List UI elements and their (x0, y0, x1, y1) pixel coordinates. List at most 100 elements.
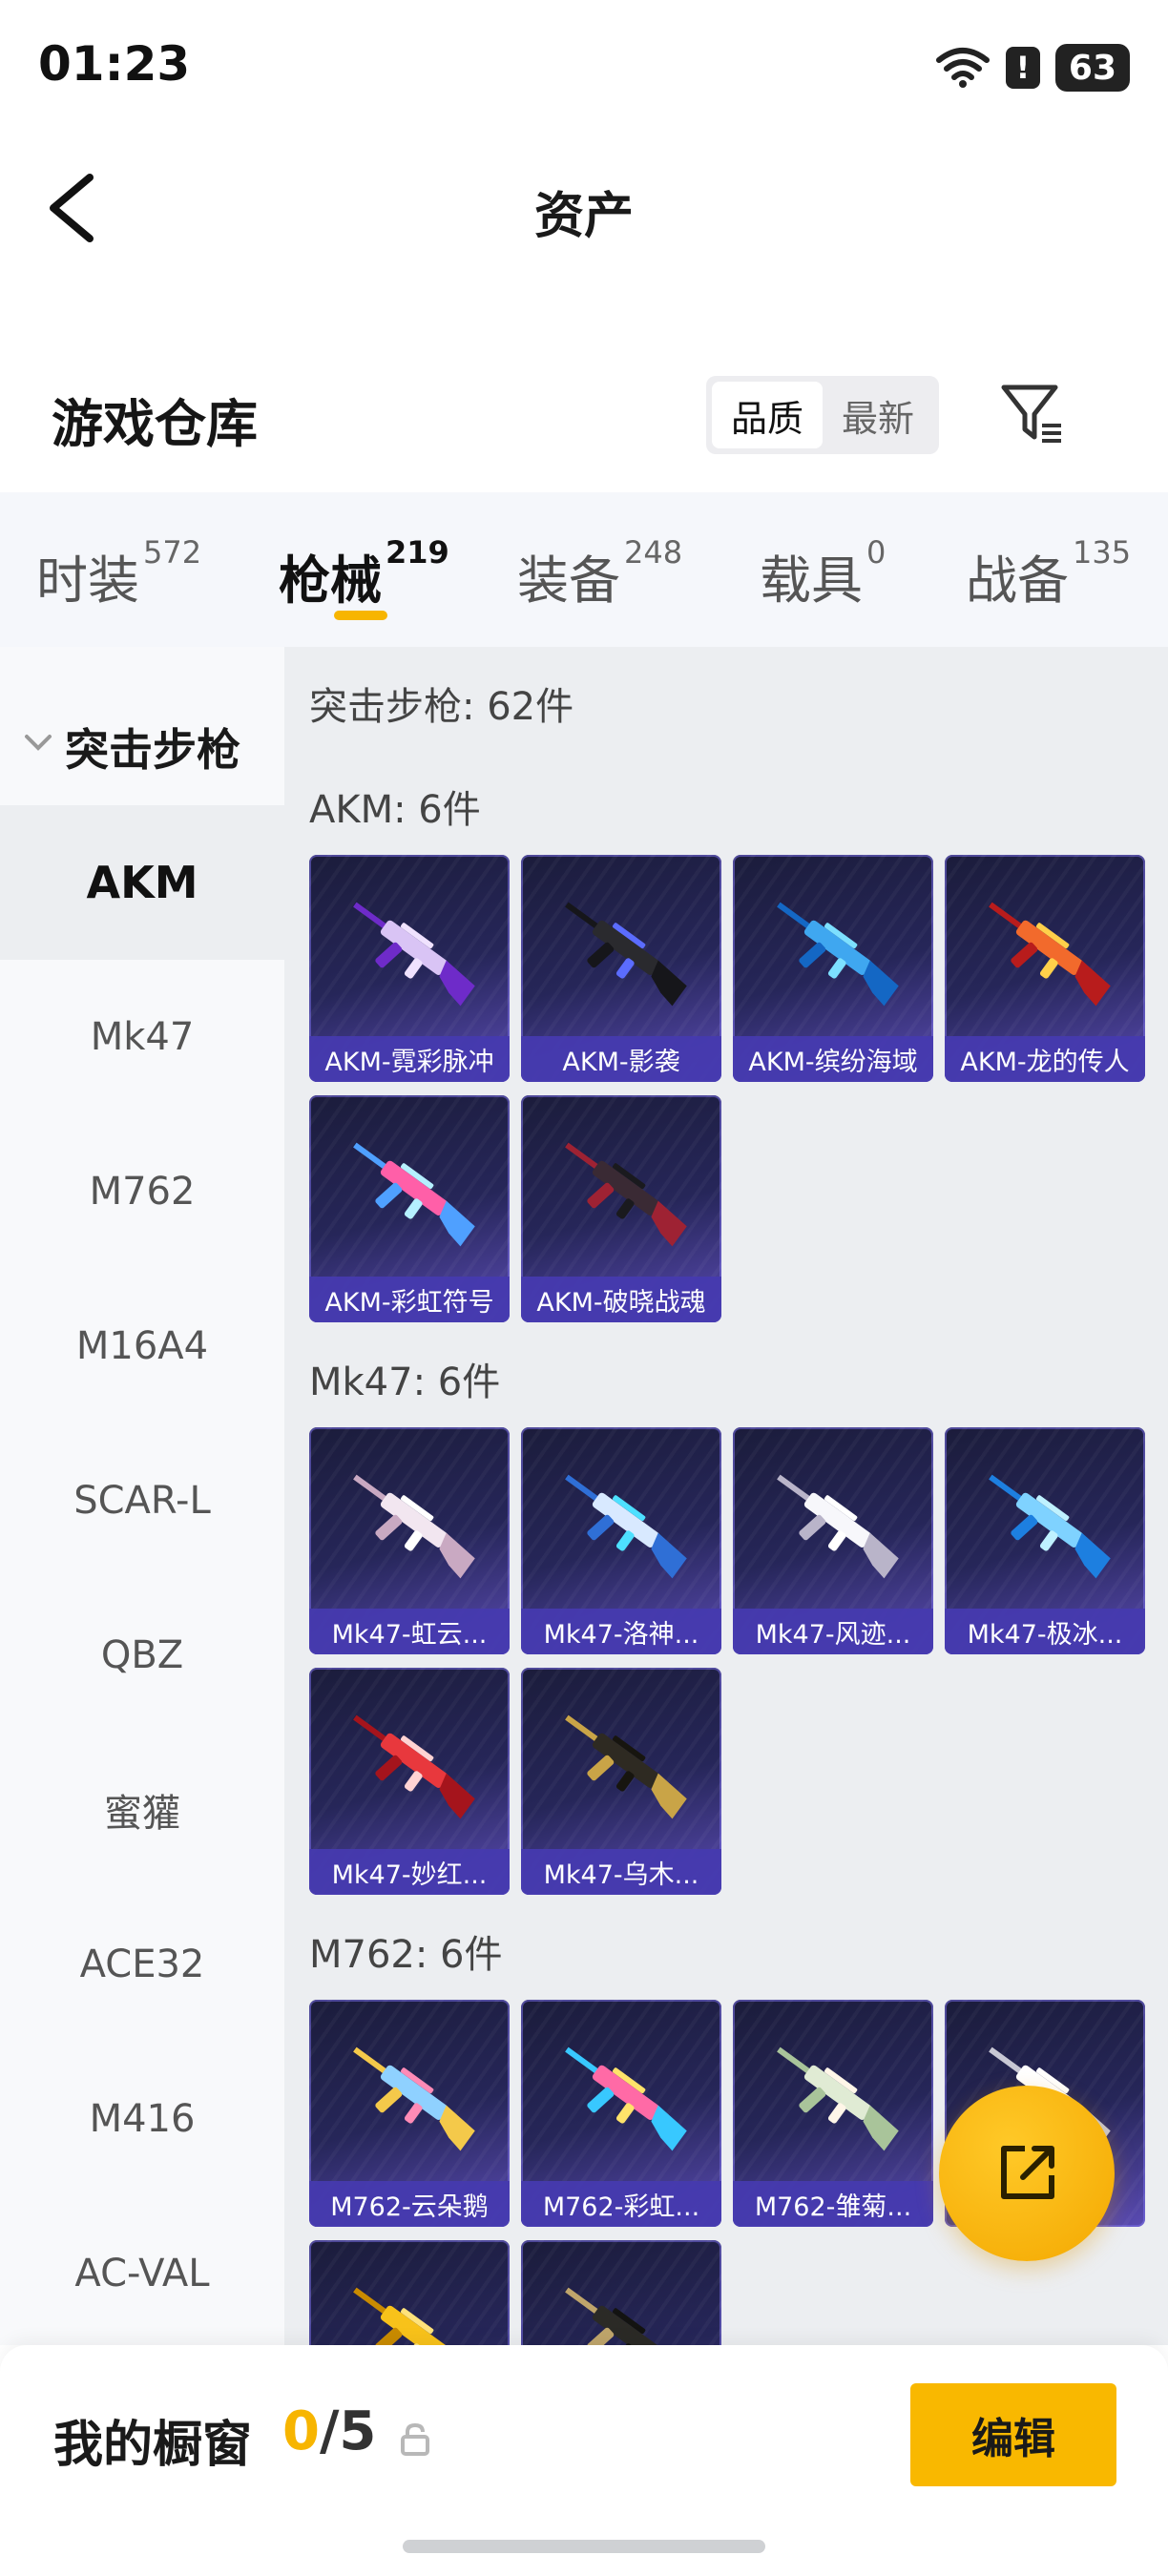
category-tabs: 时装 572 枪械 219 装备 248 载具 0 战备 135 (0, 492, 1168, 647)
weapon-skin-name: M762-雏菊... (733, 2181, 933, 2227)
showcase-title: 我的橱窗 (53, 2417, 253, 2474)
status-bar: 01:23 ! 63 (0, 0, 1168, 134)
weapon-skin-tile[interactable]: M762-彩虹... (521, 2000, 721, 2227)
sidebar-item-qbz[interactable]: QBZ (0, 1578, 284, 1733)
tab-label: 载具 (760, 551, 863, 611)
weapon-image (777, 1474, 899, 1579)
lock-icon (401, 2422, 429, 2456)
weapon-image (989, 1474, 1111, 1579)
tab-count: 219 (386, 534, 449, 571)
sidebar-group-label: 突击步枪 (65, 724, 240, 776)
edit-button[interactable]: 编辑 (910, 2383, 1116, 2486)
weapon-skin-name: Mk47-虹云... (309, 1609, 510, 1654)
sidebar-item-ace32[interactable]: ACE32 (0, 1887, 284, 2042)
chevron-down-icon (25, 735, 52, 751)
weapon-image (565, 2046, 687, 2151)
weapon-skin-tile[interactable]: AKM-缤纷海域 (733, 855, 933, 1082)
weapon-skin-name: AKM-彩虹符号 (309, 1277, 510, 1322)
weapon-image (353, 902, 475, 1007)
sidebar-item-scar-l[interactable]: SCAR-L (0, 1423, 284, 1578)
wifi-icon (935, 48, 990, 88)
weapon-skin-name: AKM-龙的传人 (945, 1036, 1145, 1082)
sort-toggle: 品质 最新 (706, 376, 939, 454)
tab-label: 枪械 (279, 551, 382, 611)
filter-icon (1001, 384, 1061, 443)
active-tab-indicator (334, 611, 387, 620)
weapon-image (777, 902, 899, 1007)
weapon-skin-tile[interactable]: AKM-破晓战魂 (521, 1095, 721, 1322)
page-title: 资产 (533, 188, 634, 245)
tab-fashion[interactable]: 时装 572 (36, 534, 201, 613)
weapon-skin-name: AKM-影袭 (521, 1036, 721, 1082)
sort-newest-option[interactable]: 最新 (823, 382, 933, 448)
sidebar-item-honey-badger[interactable]: 蜜獾 (0, 1733, 284, 1887)
tab-count: 248 (624, 534, 683, 571)
weapon-image (777, 2046, 899, 2151)
warehouse-title: 游戏仓库 (52, 394, 258, 454)
weapon-skin-tile[interactable]: AKM-龙的传人 (945, 855, 1145, 1082)
share-fab-button[interactable] (939, 2086, 1115, 2261)
tab-supplies[interactable]: 战备 135 (966, 534, 1131, 613)
weapon-skin-name: Mk47-妙红... (309, 1849, 510, 1895)
tab-equipment[interactable]: 装备 248 (517, 534, 682, 613)
weapon-skin-name: Mk47-洛神... (521, 1609, 721, 1654)
sidebar-group-assault-rifles[interactable]: 突击步枪 (0, 704, 284, 780)
weapon-image (565, 1714, 687, 1819)
weapon-image (353, 2046, 475, 2151)
tab-firearms[interactable]: 枪械 219 (279, 534, 449, 613)
showcase-current-count: 0 (282, 2400, 320, 2462)
filter-button[interactable] (998, 380, 1067, 448)
showcase-max-count: 5 (339, 2400, 377, 2462)
weapon-skin-name: M762-彩虹... (521, 2181, 721, 2227)
tab-label: 时装 (36, 551, 139, 611)
weapon-image (353, 1474, 475, 1579)
tab-count: 0 (866, 534, 886, 571)
weapon-skin-name: AKM-缤纷海域 (733, 1036, 933, 1082)
status-time: 01:23 (38, 36, 191, 92)
weapon-skin-name: Mk47-极冰... (945, 1609, 1145, 1654)
tab-label: 战备 (966, 551, 1069, 611)
showcase-bar: 我的橱窗 0/5 编辑 (0, 2345, 1168, 2576)
weapon-skin-tile[interactable]: M762-云朵鹅 (309, 2000, 510, 2227)
weapon-skin-tile[interactable]: Mk47-洛神... (521, 1427, 721, 1654)
group-heading-m762: M762: 6件 (309, 1933, 503, 1977)
weapon-skin-name: AKM-破晓战魂 (521, 1277, 721, 1322)
sort-quality-option[interactable]: 品质 (712, 382, 823, 448)
weapon-skin-name: Mk47-风迹... (733, 1609, 933, 1654)
weapon-skin-tile[interactable]: AKM-霓彩脉冲 (309, 855, 510, 1082)
weapon-skin-name: M762-云朵鹅 (309, 2181, 510, 2227)
tab-vehicles[interactable]: 载具 0 (760, 534, 886, 613)
category-total-count: 突击步枪: 62件 (309, 685, 574, 729)
tab-count: 572 (143, 534, 202, 571)
weapon-skin-tile[interactable]: Mk47-风迹... (733, 1427, 933, 1654)
weapon-skin-tile[interactable]: M762-雏菊... (733, 2000, 933, 2227)
sidebar-item-m762[interactable]: M762 (0, 1114, 284, 1269)
sidebar-item-mk47[interactable]: Mk47 (0, 960, 284, 1114)
weapon-skin-tile[interactable]: AKM-影袭 (521, 855, 721, 1082)
weapon-image (353, 1142, 475, 1247)
sidebar-item-ac-val[interactable]: AC-VAL (0, 2196, 284, 2351)
showcase-count: 0/5 (282, 2400, 376, 2462)
weapon-skin-tile[interactable]: Mk47-虹云... (309, 1427, 510, 1654)
sidebar-item-m416[interactable]: M416 (0, 2042, 284, 2196)
weapon-image (565, 1474, 687, 1579)
showcase-count-separator: / (319, 2400, 340, 2462)
sidebar-item-m16a4[interactable]: M16A4 (0, 1269, 284, 1423)
weapon-skin-tile[interactable]: Mk47-极冰... (945, 1427, 1145, 1654)
weapon-skin-tile[interactable]: Mk47-乌木... (521, 1668, 721, 1895)
weapon-skin-tile[interactable]: Mk47-妙红... (309, 1668, 510, 1895)
sidebar-item-akm[interactable]: AKM (0, 805, 284, 960)
group-heading-mk47: Mk47: 6件 (309, 1361, 501, 1404)
weapon-image (565, 1142, 687, 1247)
weapon-type-sidebar: 突击步枪 AKM Mk47 M762 M16A4 SCAR-L QBZ 蜜獾 A… (0, 647, 284, 2345)
battery-level: 63 (1068, 48, 1116, 88)
alert-icon: ! (1005, 47, 1040, 89)
group-heading-akm: AKM: 6件 (309, 788, 481, 832)
weapon-image (989, 902, 1111, 1007)
weapon-skin-name: Mk47-乌木... (521, 1849, 721, 1895)
app-header: 资产 (0, 143, 1168, 267)
weapon-skin-tile[interactable] (521, 2240, 721, 2345)
home-indicator[interactable] (403, 2540, 765, 2553)
weapon-skin-tile[interactable]: AKM-彩虹符号 (309, 1095, 510, 1322)
weapon-skin-tile[interactable] (309, 2240, 510, 2345)
